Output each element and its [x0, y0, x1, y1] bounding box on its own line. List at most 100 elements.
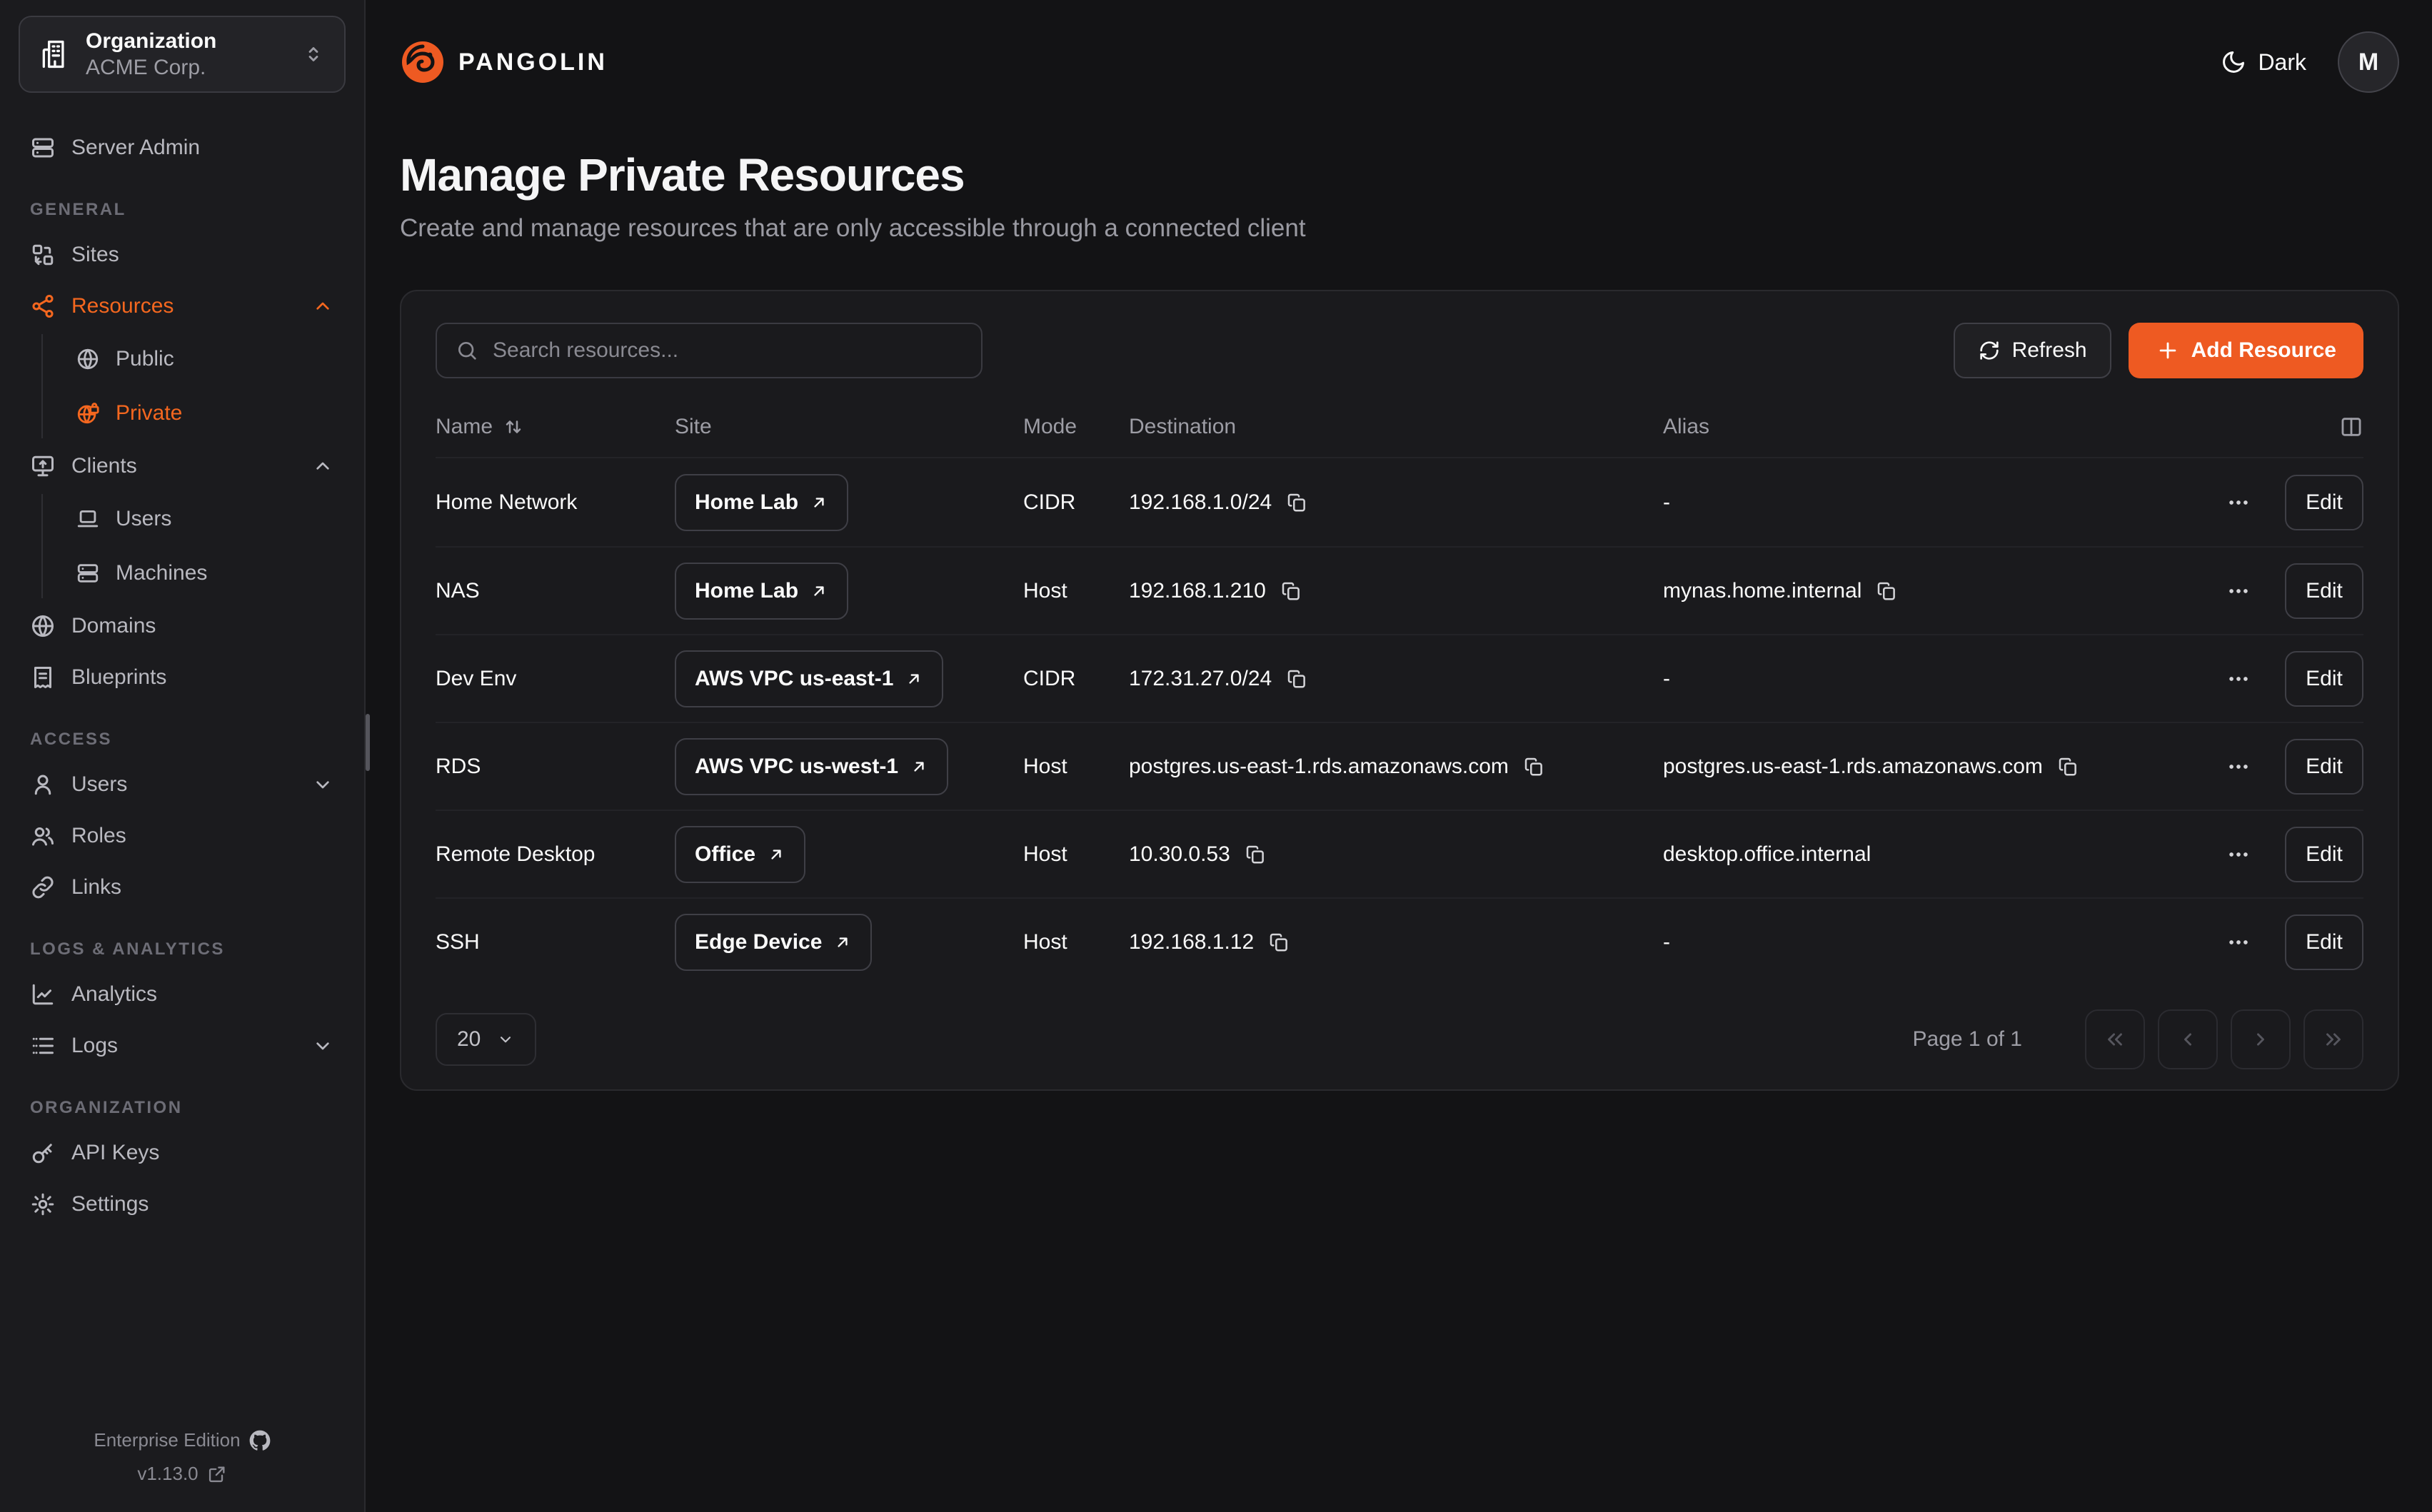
copy-icon[interactable] — [2057, 756, 2079, 777]
edit-button[interactable]: Edit — [2285, 827, 2363, 882]
sidebar-item-blueprints[interactable]: Blueprints — [19, 654, 346, 701]
page-subtitle: Create and manage resources that are onl… — [400, 214, 2399, 243]
edit-button[interactable]: Edit — [2285, 475, 2363, 530]
columns-icon[interactable] — [2339, 415, 2363, 439]
sort-icon[interactable] — [503, 416, 524, 438]
theme-toggle[interactable]: Dark — [2221, 49, 2306, 76]
refresh-icon — [1978, 339, 2001, 362]
sidebar-item-settings[interactable]: Settings — [19, 1181, 346, 1228]
org-selector-value: ACME Corp. — [86, 54, 286, 81]
next-page-button[interactable] — [2231, 1009, 2291, 1069]
users-icon — [30, 823, 56, 849]
arrow-up-right-icon — [810, 493, 828, 512]
edit-button[interactable]: Edit — [2285, 914, 2363, 970]
chevron-up-icon[interactable] — [311, 455, 334, 478]
external-link-icon — [207, 1464, 227, 1484]
edit-button[interactable]: Edit — [2285, 739, 2363, 795]
sidebar-item-machines[interactable]: Machines — [64, 548, 346, 598]
chevron-down-icon[interactable] — [311, 773, 334, 796]
site-link-chip[interactable]: Office — [675, 826, 805, 883]
sidebar-item-label: Resources — [71, 294, 296, 318]
copy-icon[interactable] — [1876, 580, 1897, 602]
page-size-select[interactable]: 20 — [436, 1013, 536, 1066]
pangolin-logo-icon — [400, 39, 446, 85]
copy-icon[interactable] — [1280, 580, 1302, 602]
moon-icon — [2221, 49, 2246, 75]
github-icon[interactable] — [249, 1430, 271, 1451]
copy-icon[interactable] — [1286, 668, 1307, 690]
refresh-button[interactable]: Refresh — [1954, 323, 2111, 378]
copy-icon[interactable] — [1523, 756, 1544, 777]
sidebar-item-label: Analytics — [71, 982, 157, 1007]
edit-button[interactable]: Edit — [2285, 651, 2363, 707]
resources-subgroup: Public Private — [41, 334, 346, 438]
copy-icon[interactable] — [1268, 932, 1290, 953]
sidebar-item-private[interactable]: Private — [64, 388, 346, 438]
first-page-button[interactable] — [2085, 1009, 2145, 1069]
table-row: SSH Edge Device Host 192.168.1.12 - Edit — [436, 897, 2363, 985]
alias-cell: desktop.office.internal — [1663, 842, 2196, 867]
receipt-icon — [30, 665, 56, 690]
sidebar-item-domains[interactable]: Domains — [19, 603, 346, 650]
column-header-name[interactable]: Name — [436, 415, 675, 439]
sidebar-item-public[interactable]: Public — [64, 334, 346, 384]
copy-icon[interactable] — [1245, 844, 1266, 865]
mode-cell: Host — [1023, 842, 1129, 867]
alias-cell: - — [1663, 930, 2196, 954]
version-link[interactable]: v1.13.0 — [0, 1457, 364, 1491]
resource-name-cell: SSH — [436, 930, 675, 954]
site-link-chip[interactable]: Edge Device — [675, 914, 872, 971]
sidebar-item-users[interactable]: Users — [19, 761, 346, 808]
mode-cell: CIDR — [1023, 667, 1129, 691]
resources-icon — [30, 293, 56, 319]
sidebar-footer: Enterprise Edition v1.13.0 — [0, 1423, 364, 1491]
sidebar-item-server-admin[interactable]: Server Admin — [19, 124, 346, 171]
sidebar-item-resources[interactable]: Resources — [19, 283, 346, 330]
row-menu-button[interactable] — [2221, 661, 2256, 697]
sidebar-item-sites[interactable]: Sites — [19, 231, 346, 278]
section-label-access: ACCESS — [19, 730, 346, 750]
section-label-logs-analytics: LOGS & ANALYTICS — [19, 939, 346, 959]
edit-button[interactable]: Edit — [2285, 563, 2363, 619]
sidebar-item-logs[interactable]: Logs — [19, 1022, 346, 1069]
site-link-chip[interactable]: AWS VPC us-west-1 — [675, 738, 948, 795]
alias-value: postgres.us-east-1.rds.amazonaws.com — [1663, 755, 2043, 779]
search-box — [436, 323, 983, 378]
sidebar-item-client-users[interactable]: Users — [64, 494, 346, 544]
table-row: Remote Desktop Office Host 10.30.0.53 de… — [436, 810, 2363, 897]
destination-value: 192.168.1.210 — [1129, 579, 1266, 603]
row-menu-button[interactable] — [2221, 573, 2256, 609]
table-row: Dev Env AWS VPC us-east-1 CIDR 172.31.27… — [436, 634, 2363, 722]
destination-value: 192.168.1.0/24 — [1129, 490, 1272, 515]
chevron-down-icon[interactable] — [311, 1034, 334, 1057]
user-icon — [30, 772, 56, 797]
sidebar-item-label: Roles — [71, 824, 126, 848]
site-link-chip[interactable]: AWS VPC us-east-1 — [675, 650, 943, 707]
row-menu-button[interactable] — [2221, 837, 2256, 872]
site-link-chip[interactable]: Home Lab — [675, 563, 848, 620]
mode-cell: CIDR — [1023, 490, 1129, 515]
copy-icon[interactable] — [1286, 492, 1307, 513]
column-visibility-cell — [2196, 415, 2363, 439]
chevron-up-icon[interactable] — [311, 295, 334, 318]
app-root: Organization ACME Corp. Server Admin GEN… — [0, 0, 2432, 1512]
row-menu-button[interactable] — [2221, 485, 2256, 520]
row-menu-button[interactable] — [2221, 924, 2256, 960]
table-header-row: Name Site Mode Destination Alias — [436, 397, 2363, 458]
row-menu-button[interactable] — [2221, 749, 2256, 785]
sidebar-item-roles[interactable]: Roles — [19, 812, 346, 860]
last-page-button[interactable] — [2303, 1009, 2363, 1069]
sidebar-item-clients[interactable]: Clients — [19, 443, 346, 490]
add-resource-button[interactable]: Add Resource — [2129, 323, 2363, 378]
sidebar: Organization ACME Corp. Server Admin GEN… — [0, 0, 366, 1512]
org-selector[interactable]: Organization ACME Corp. — [19, 16, 346, 93]
sidebar-item-analytics[interactable]: Analytics — [19, 971, 346, 1018]
sidebar-item-links[interactable]: Links — [19, 864, 346, 911]
site-link-chip[interactable]: Home Lab — [675, 474, 848, 531]
sidebar-resize-handle[interactable] — [366, 714, 370, 771]
search-input[interactable] — [493, 338, 963, 363]
avatar[interactable]: M — [2338, 31, 2399, 93]
sidebar-item-api-keys[interactable]: API Keys — [19, 1129, 346, 1176]
prev-page-button[interactable] — [2158, 1009, 2218, 1069]
building-icon — [39, 39, 70, 70]
